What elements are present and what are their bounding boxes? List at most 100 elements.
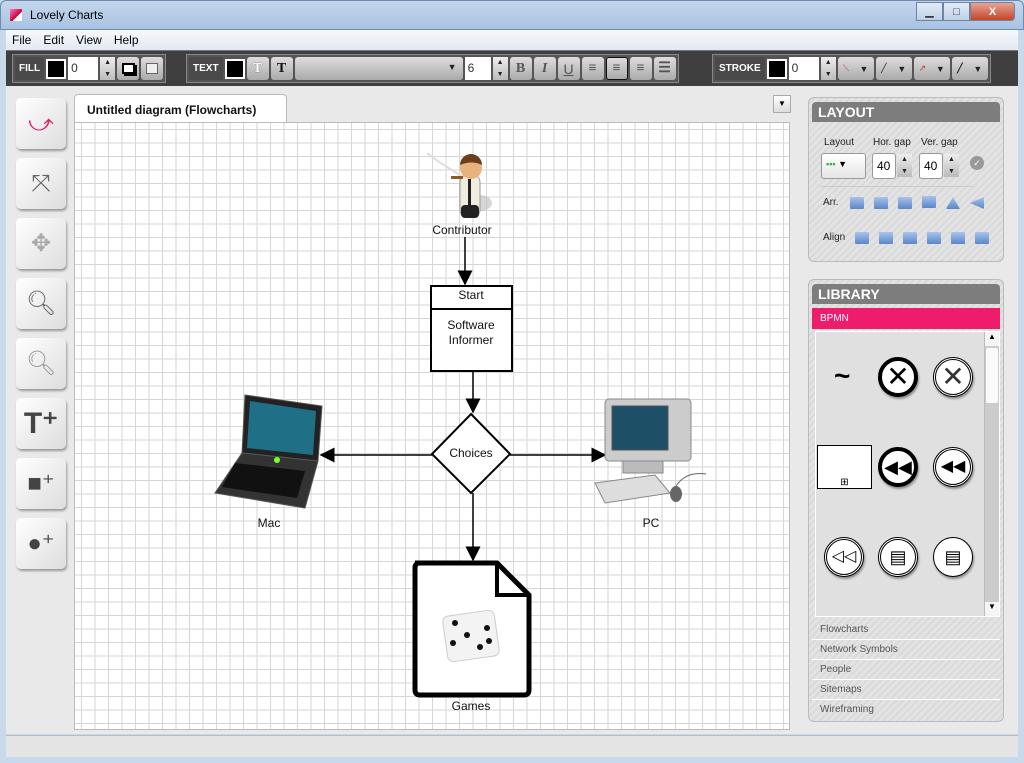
shape-text-annotation[interactable]: ~ [834, 360, 850, 392]
library-category-wireframing[interactable]: Wireframing [812, 700, 1000, 720]
menu-bar: File Edit View Help [6, 30, 1018, 50]
mac-laptop-icon[interactable] [214, 394, 323, 509]
shape-conditional-start-event[interactable]: ▤ [933, 537, 973, 577]
connector-style-dropdown[interactable]: ⟍ ▼ [837, 57, 874, 80]
close-button[interactable]: X [970, 2, 1015, 21]
toolbar: FILL 0 ▲▼ TEXT T T 6 ▲▼ B I U ≡ ≡ ≡ ☰ ST… [6, 50, 1018, 86]
flip-vertical-icon[interactable] [970, 197, 984, 209]
menu-edit[interactable]: Edit [37, 33, 70, 47]
zoom-out-icon[interactable]: 🔍︎ [16, 338, 66, 389]
line-weight-dropdown[interactable]: ╱ ▼ [951, 57, 988, 80]
shape-cancel-end-event[interactable]: ✕ [878, 357, 918, 397]
font-size-stepper[interactable]: ▲ ▼ [492, 57, 508, 80]
tool-palette: ⤻ ⤧ ✥ 🔍︎ 🔍︎ T⁺ ■⁺ ●⁺ [16, 98, 66, 569]
pan-icon[interactable]: ✥ [16, 218, 66, 269]
text-shadow-button[interactable]: T [270, 57, 293, 80]
menu-view[interactable]: View [70, 33, 108, 47]
text-group: TEXT T T 6 ▲▼ B I U ≡ ≡ ≡ ☰ [186, 54, 679, 83]
hor-gap-stepper[interactable]: ▲ ▼ [897, 154, 912, 177]
stroke-width-input[interactable]: 0 [788, 57, 819, 80]
hor-gap-label: Hor. gap [873, 137, 911, 148]
library-category-bpmn[interactable]: BPMN [812, 308, 1000, 329]
menu-help[interactable]: Help [108, 33, 145, 47]
shadow-button[interactable] [117, 57, 140, 80]
library-scrollbar[interactable]: ▲ ▼ [984, 332, 999, 616]
align-right-shapes-icon[interactable] [903, 232, 917, 244]
stroke-stepper[interactable]: ▲ ▼ [820, 57, 836, 80]
shape-conditional-intermediate-event[interactable]: ▤ [878, 537, 918, 577]
contributor-person-icon[interactable] [426, 152, 492, 218]
zoom-in-icon[interactable]: 🔍︎ [16, 278, 66, 329]
diagram-canvas[interactable]: Contributor Start Software Informer Choi… [74, 122, 790, 730]
games-label: Games [451, 699, 491, 713]
fill-color-swatch[interactable] [46, 58, 67, 79]
library-category-people[interactable]: People [812, 660, 1000, 680]
align-middle-shapes-icon[interactable] [951, 232, 965, 244]
minimize-button[interactable]: ▁ [916, 2, 943, 21]
arrow-style-dropdown[interactable]: ↗ ▼ [913, 57, 950, 80]
tab-menu-button[interactable]: ▼ [773, 95, 791, 113]
start-body-line-2: Informer [448, 333, 494, 347]
align-bottom-shapes-icon[interactable] [975, 232, 989, 244]
ver-gap-input[interactable]: 40 [919, 153, 943, 179]
shape-compensation-start-event[interactable]: ◁◁ [824, 537, 864, 577]
font-size-input[interactable]: 6 [464, 57, 491, 80]
stroke-color-swatch[interactable] [766, 58, 787, 79]
mac-label: Mac [257, 516, 281, 530]
library-category-flowcharts[interactable]: Flowcharts [812, 620, 1000, 640]
scroll-down-button[interactable]: ▼ [985, 602, 999, 616]
shape-subprocess[interactable]: ⊞ [817, 445, 872, 489]
apply-layout-check-icon[interactable]: ✓ [970, 156, 984, 170]
add-shape-icon[interactable]: ■⁺ [16, 458, 66, 509]
fill-stepper[interactable]: ▲ ▼ [100, 57, 116, 80]
align-left-shapes-icon[interactable] [855, 232, 869, 244]
send-back-icon[interactable] [922, 196, 936, 208]
layout-type-dropdown[interactable]: ▪▪▪ ▼ [821, 153, 866, 179]
library-category-network-symbols[interactable]: Network Symbols [812, 640, 1000, 660]
shape-cancel-intermediate-event[interactable]: ✕ [933, 357, 973, 397]
no-shadow-button[interactable] [141, 57, 164, 80]
underline-button[interactable]: U [557, 57, 580, 80]
window-title: Lovely Charts [30, 8, 104, 22]
add-circle-icon[interactable]: ●⁺ [16, 518, 66, 569]
align-center-shapes-icon[interactable] [879, 232, 893, 244]
menu-file[interactable]: File [6, 33, 37, 47]
send-backward-icon[interactable] [898, 197, 912, 209]
text-label: TEXT [189, 57, 223, 80]
align-left-icon[interactable]: ≡ [581, 57, 604, 80]
scroll-up-button[interactable]: ▲ [985, 332, 999, 346]
text-outline-button[interactable]: T [246, 57, 269, 80]
shape-compensation-intermediate-event[interactable]: ◀◀ [933, 447, 973, 487]
hor-gap-input[interactable]: 40 [872, 153, 896, 179]
layout-title: LAYOUT [812, 102, 1000, 122]
ver-gap-stepper[interactable]: ▲ ▼ [944, 154, 959, 177]
fill-opacity-input[interactable]: 0 [68, 57, 99, 80]
align-right-icon[interactable]: ≡ [629, 57, 652, 80]
line-style-dropdown[interactable]: ╱ ▼ [875, 57, 912, 80]
flip-horizontal-icon[interactable] [946, 197, 960, 209]
hand-paint-icon[interactable]: ⤻ [16, 98, 66, 149]
tab-diagram[interactable]: Untitled diagram (Flowcharts) [74, 94, 287, 123]
games-document-icon[interactable] [412, 560, 532, 698]
bold-button[interactable]: B [509, 57, 532, 80]
fill-group: FILL 0 ▲ ▼ [12, 54, 167, 83]
add-text-icon[interactable]: T⁺ [16, 398, 66, 449]
maximize-button[interactable]: □ [943, 2, 970, 21]
status-bar [6, 735, 1018, 757]
align-top-shapes-icon[interactable] [927, 232, 941, 244]
library-category-sitemaps[interactable]: Sitemaps [812, 680, 1000, 700]
pc-computer-icon[interactable] [594, 398, 707, 504]
fill-label: FILL [15, 57, 45, 80]
pc-label: PC [642, 516, 660, 530]
text-color-swatch[interactable] [224, 58, 245, 79]
font-family-select[interactable] [294, 57, 463, 80]
start-header-label: Start [458, 288, 484, 302]
italic-button[interactable]: I [533, 57, 556, 80]
bring-front-icon[interactable] [850, 197, 864, 209]
pointer-move-icon[interactable]: ⤧ [16, 158, 66, 209]
bring-forward-icon[interactable] [874, 197, 888, 209]
list-icon[interactable]: ☰ [653, 57, 676, 80]
align-center-icon[interactable]: ≡ [605, 57, 628, 80]
scroll-thumb[interactable] [986, 348, 998, 403]
shape-compensation-end-event[interactable]: ◀◀ [878, 447, 918, 487]
